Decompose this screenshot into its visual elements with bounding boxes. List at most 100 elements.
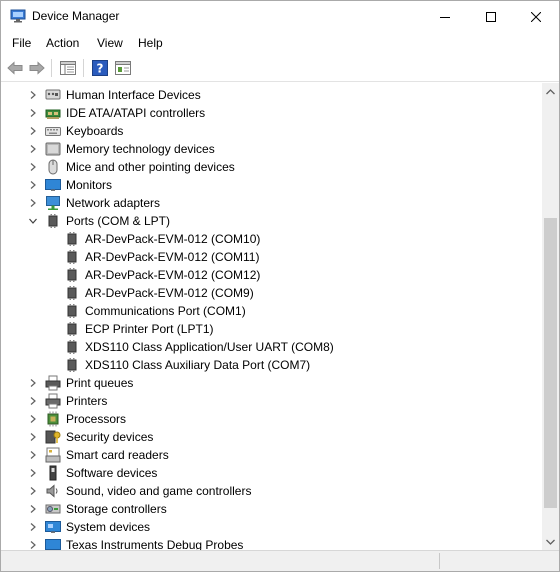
- tree-item-printers[interactable]: Printers: [1, 392, 542, 410]
- tree-item-monitors[interactable]: Monitors: [1, 176, 542, 194]
- toolbar: ?: [1, 54, 559, 82]
- minimize-button[interactable]: [422, 1, 468, 32]
- expand-chevron-icon[interactable]: [27, 125, 39, 137]
- tree-item-storage-controllers[interactable]: Storage controllers: [1, 500, 542, 518]
- port-icon: [64, 357, 80, 373]
- collapse-chevron-icon[interactable]: [27, 215, 39, 227]
- expand-chevron-icon[interactable]: [27, 503, 39, 515]
- expand-chevron-icon[interactable]: [27, 161, 39, 173]
- ide-controller-icon: [45, 105, 61, 121]
- tree-item-ports[interactable]: Ports (COM & LPT): [1, 212, 542, 230]
- expand-chevron-icon[interactable]: [27, 89, 39, 101]
- tree-item-label: XDS110 Class Auxiliary Data Port (COM7): [85, 358, 311, 372]
- status-bar-divider: [439, 553, 440, 569]
- expand-chevron-icon[interactable]: [27, 521, 39, 533]
- properties-button[interactable]: [113, 58, 133, 78]
- svg-text:?: ?: [97, 62, 104, 76]
- tree-item-label: Sound, video and game controllers: [66, 484, 252, 498]
- expand-chevron-icon[interactable]: [27, 539, 39, 550]
- tree-item-ide-controllers[interactable]: IDE ATA/ATAPI controllers: [1, 104, 542, 122]
- expand-chevron-icon[interactable]: [27, 107, 39, 119]
- tree-item-label: Printers: [66, 394, 108, 408]
- tree-item-label: Network adapters: [66, 196, 161, 210]
- security-device-icon: [45, 429, 61, 445]
- processor-icon: [45, 411, 61, 427]
- help-button[interactable]: ?: [90, 58, 110, 78]
- tree-item-texas-instruments-debug-probes[interactable]: Texas Instruments Debug Probes: [1, 536, 542, 550]
- debug-probe-icon: [45, 537, 61, 550]
- menu-help[interactable]: Help: [138, 36, 163, 50]
- expand-chevron-icon[interactable]: [27, 395, 39, 407]
- expand-chevron-icon[interactable]: [27, 485, 39, 497]
- port-icon: [64, 285, 80, 301]
- expand-chevron-icon[interactable]: [27, 467, 39, 479]
- expand-chevron-icon[interactable]: [27, 179, 39, 191]
- tree-item-label: System devices: [66, 520, 151, 534]
- tree-item-mice[interactable]: Mice and other pointing devices: [1, 158, 542, 176]
- tree-item-label: Smart card readers: [66, 448, 169, 462]
- menu-file[interactable]: File: [12, 36, 31, 50]
- menu-view[interactable]: View: [97, 36, 123, 50]
- tree-item-network-adapters[interactable]: Network adapters: [1, 194, 542, 212]
- tree-item-label: Memory technology devices: [66, 142, 215, 156]
- port-item[interactable]: XDS110 Class Auxiliary Data Port (COM7): [1, 356, 542, 374]
- tree-item-label: Security devices: [66, 430, 154, 444]
- port-item[interactable]: AR-DevPack-EVM-012 (COM11): [1, 248, 542, 266]
- port-item[interactable]: AR-DevPack-EVM-012 (COM9): [1, 284, 542, 302]
- expand-chevron-icon[interactable]: [27, 377, 39, 389]
- tree-item-print-queues[interactable]: Print queues: [1, 374, 542, 392]
- device-tree: Human Interface Devices IDE ATA/ATAPI co…: [1, 83, 542, 550]
- tree-item-label: ECP Printer Port (LPT1): [85, 322, 214, 336]
- toolbar-separator: [51, 59, 52, 77]
- maximize-button[interactable]: [468, 1, 514, 32]
- vertical-scrollbar[interactable]: [542, 83, 559, 550]
- smart-card-reader-icon: [45, 447, 61, 463]
- tree-item-sound-video-game[interactable]: Sound, video and game controllers: [1, 482, 542, 500]
- expand-chevron-icon[interactable]: [27, 197, 39, 209]
- tree-item-system-devices[interactable]: System devices: [1, 518, 542, 536]
- menu-bar: File Action View Help: [1, 32, 559, 54]
- port-icon: [64, 339, 80, 355]
- keyboard-icon: [45, 123, 61, 139]
- tree-item-processors[interactable]: Processors: [1, 410, 542, 428]
- close-button[interactable]: [513, 1, 559, 32]
- tree-item-label: IDE ATA/ATAPI controllers: [66, 106, 206, 120]
- scroll-down-arrow-icon[interactable]: [542, 533, 559, 550]
- window-title: Device Manager: [32, 9, 120, 23]
- port-item[interactable]: Communications Port (COM1): [1, 302, 542, 320]
- expand-chevron-icon[interactable]: [27, 413, 39, 425]
- tree-item-label: Software devices: [66, 466, 158, 480]
- menu-action[interactable]: Action: [46, 36, 79, 50]
- tree-item-label: Ports (COM & LPT): [66, 214, 171, 228]
- tree-item-security-devices[interactable]: Security devices: [1, 428, 542, 446]
- device-manager-window: Device Manager File Action View Help ? H…: [0, 0, 560, 572]
- tree-item-memory-technology-devices[interactable]: Memory technology devices: [1, 140, 542, 158]
- tree-item-label: AR-DevPack-EVM-012 (COM10): [85, 232, 261, 246]
- tree-item-label: XDS110 Class Application/User UART (COM8…: [85, 340, 334, 354]
- hid-device-icon: [45, 87, 61, 103]
- title-bar[interactable]: Device Manager: [1, 1, 559, 32]
- port-item[interactable]: ECP Printer Port (LPT1): [1, 320, 542, 338]
- network-adapter-icon: [45, 195, 61, 211]
- tree-item-label: Communications Port (COM1): [85, 304, 246, 318]
- port-icon: [64, 231, 80, 247]
- tree-item-smart-card-readers[interactable]: Smart card readers: [1, 446, 542, 464]
- port-item[interactable]: XDS110 Class Application/User UART (COM8…: [1, 338, 542, 356]
- tree-item-keyboards[interactable]: Keyboards: [1, 122, 542, 140]
- tree-item-human-interface-devices[interactable]: Human Interface Devices: [1, 86, 542, 104]
- port-item[interactable]: AR-DevPack-EVM-012 (COM12): [1, 266, 542, 284]
- forward-button[interactable]: [27, 58, 47, 78]
- back-button[interactable]: [5, 58, 25, 78]
- toolbar-separator: [83, 59, 84, 77]
- tree-item-label: AR-DevPack-EVM-012 (COM11): [85, 250, 260, 264]
- expand-chevron-icon[interactable]: [27, 143, 39, 155]
- port-item[interactable]: AR-DevPack-EVM-012 (COM10): [1, 230, 542, 248]
- print-queue-icon: [45, 375, 61, 391]
- expand-chevron-icon[interactable]: [27, 449, 39, 461]
- expand-chevron-icon[interactable]: [27, 431, 39, 443]
- memory-device-icon: [45, 141, 61, 157]
- tree-item-software-devices[interactable]: Software devices: [1, 464, 542, 482]
- scroll-up-arrow-icon[interactable]: [542, 83, 559, 100]
- show-hide-console-tree-button[interactable]: [58, 58, 78, 78]
- scrollbar-thumb[interactable]: [544, 218, 557, 508]
